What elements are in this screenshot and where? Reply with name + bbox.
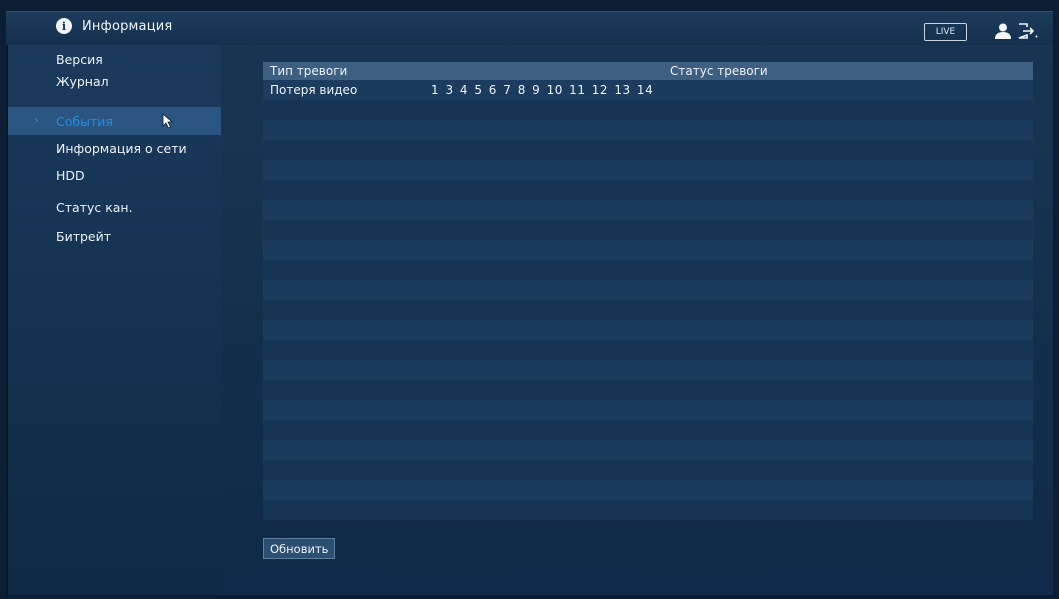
sidebar-item-label: Журнал <box>56 73 109 89</box>
mouse-cursor-icon <box>162 113 174 129</box>
sidebar-item-label: Версия <box>56 51 103 67</box>
table-row[interactable] <box>263 380 1033 400</box>
logout-icon[interactable] <box>1017 22 1039 40</box>
table-row[interactable] <box>263 400 1033 420</box>
sidebar-item[interactable]: Битрейт <box>8 222 223 250</box>
user-icon[interactable] <box>994 22 1012 40</box>
table-row[interactable] <box>263 440 1033 460</box>
page-title: Информация <box>82 18 173 34</box>
table-row[interactable] <box>263 480 1033 500</box>
page-header: i Информация <box>56 18 172 34</box>
table-row[interactable] <box>263 280 1033 300</box>
alarm-type-cell: Потеря видео <box>270 83 358 97</box>
info-icon: i <box>56 18 72 34</box>
table-row[interactable]: Потеря видео 1 3 4 5 6 7 8 9 10 11 12 13 … <box>263 80 1033 100</box>
table-row[interactable] <box>263 320 1033 340</box>
sidebar-item[interactable]: Информация о сети <box>8 134 223 162</box>
table-row[interactable] <box>263 240 1033 260</box>
table-row[interactable] <box>263 360 1033 380</box>
alarm-status-cell: 1 3 4 5 6 7 8 9 10 11 12 13 14 <box>431 83 654 97</box>
sidebar-item-label: Статус кан. <box>56 199 133 215</box>
sidebar-item-label: События <box>56 113 113 129</box>
sidebar-item-label: Информация о сети <box>56 140 187 156</box>
sidebar-item-label: HDD <box>56 167 85 183</box>
top-bar: i Информация LIVE <box>6 11 1053 45</box>
column-header-alarm-status: Статус тревоги <box>670 64 768 78</box>
table-row[interactable] <box>263 200 1033 220</box>
table-row[interactable] <box>263 220 1033 240</box>
table-row[interactable] <box>263 300 1033 320</box>
sidebar-item[interactable]: Статус кан. <box>8 193 223 221</box>
table-header: Тип тревоги Статус тревоги <box>263 62 1033 80</box>
table-row[interactable] <box>263 180 1033 200</box>
table-row[interactable] <box>263 160 1033 180</box>
app-window: i Информация LIVE Версия Журнал › События Ин… <box>0 0 1059 599</box>
table-row[interactable] <box>263 140 1033 160</box>
sidebar-item[interactable]: › События <box>8 107 223 135</box>
table-row[interactable] <box>263 460 1033 480</box>
table-row[interactable] <box>263 340 1033 360</box>
sidebar-item-label: Битрейт <box>56 228 112 244</box>
sidebar-item[interactable]: HDD <box>8 161 223 189</box>
table-row[interactable] <box>263 120 1033 140</box>
chevron-right-icon: › <box>34 113 39 127</box>
live-button[interactable]: LIVE <box>924 23 967 41</box>
column-header-alarm-type: Тип тревоги <box>270 64 348 78</box>
sidebar-item[interactable]: Журнал <box>8 67 223 95</box>
table-row[interactable] <box>263 420 1033 440</box>
alarm-status-table: Тип тревоги Статус тревоги Потеря видео 1… <box>263 62 1033 524</box>
table-row[interactable] <box>263 500 1033 520</box>
main-panel: Тип тревоги Статус тревоги Потеря видео 1… <box>221 45 1053 595</box>
table-row[interactable] <box>263 260 1033 280</box>
sidebar: Версия Журнал › События Информация о сети HDD… <box>6 45 223 595</box>
table-row[interactable] <box>263 100 1033 120</box>
refresh-button[interactable]: Обновить <box>263 538 336 559</box>
